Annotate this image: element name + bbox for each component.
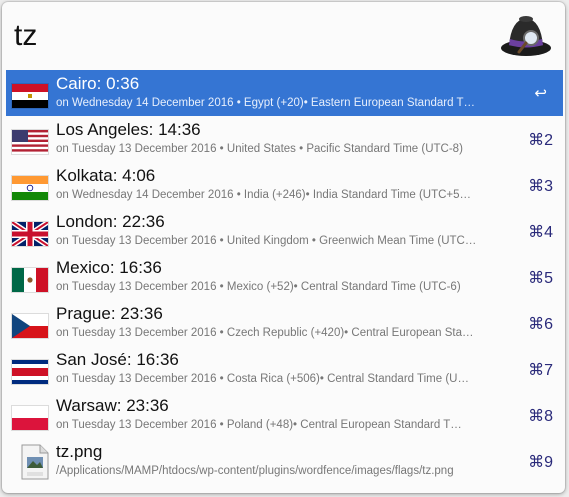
result-shortcut: ⌘6 — [528, 316, 553, 333]
result-title: London: 22:36 — [56, 212, 165, 231]
result-row[interactable]: Prague: 23:36 on Tuesday 13 December 201… — [6, 300, 563, 346]
result-subtitle: on Tuesday 13 December 2016 • Mexico (+5… — [56, 281, 461, 293]
result-subtitle: /Applications/MAMP/htdocs/wp-content/plu… — [56, 465, 454, 477]
result-shortcut: ↩ — [534, 85, 547, 102]
result-shortcut: ⌘3 — [528, 178, 553, 195]
alfred-hat-icon[interactable] — [499, 8, 553, 62]
result-row[interactable]: San José: 16:36 on Tuesday 13 December 2… — [6, 346, 563, 392]
result-subtitle: on Tuesday 13 December 2016 • United Sta… — [56, 143, 463, 155]
result-row[interactable]: Warsaw: 23:36 on Tuesday 13 December 201… — [6, 392, 563, 438]
result-title: Cairo: 0:36 — [56, 74, 140, 93]
result-row[interactable]: London: 22:36 on Tuesday 13 December 201… — [6, 208, 563, 254]
result-title: tz.png — [56, 442, 103, 461]
result-shortcut: ⌘8 — [528, 408, 553, 425]
uk-flag-icon — [12, 222, 48, 246]
costa-rica-flag-icon — [12, 360, 48, 384]
result-subtitle: on Tuesday 13 December 2016 • Poland (+4… — [56, 419, 462, 431]
result-subtitle: on Tuesday 13 December 2016 • United Kin… — [56, 235, 477, 247]
egypt-flag-icon — [12, 84, 48, 108]
result-row[interactable]: Kolkata: 4:06 on Wednesday 14 December 2… — [6, 162, 563, 208]
result-row[interactable]: tz.png /Applications/MAMP/htdocs/wp-cont… — [6, 438, 563, 484]
result-title: Los Angeles: 14:36 — [56, 120, 201, 139]
result-row[interactable]: Los Angeles: 14:36 on Tuesday 13 Decembe… — [6, 116, 563, 162]
czech-flag-icon — [12, 314, 48, 338]
result-shortcut: ⌘5 — [528, 270, 553, 287]
result-row[interactable]: Mexico: 16:36 on Tuesday 13 December 201… — [6, 254, 563, 300]
result-shortcut: ⌘2 — [528, 132, 553, 149]
mexico-flag-icon — [12, 268, 48, 292]
result-subtitle: on Tuesday 13 December 2016 • Czech Repu… — [56, 327, 474, 339]
poland-flag-icon — [12, 406, 48, 430]
result-subtitle: on Wednesday 14 December 2016 • Egypt (+… — [56, 97, 476, 109]
usa-flag-icon — [12, 130, 48, 154]
result-shortcut: ⌘9 — [528, 454, 553, 471]
results-list: Cairo: 0:36 on Wednesday 14 December 201… — [6, 70, 563, 484]
search-bar — [2, 2, 565, 70]
result-row[interactable]: Cairo: 0:36 on Wednesday 14 December 201… — [6, 70, 563, 116]
india-flag-icon — [12, 176, 48, 200]
result-title: Prague: 23:36 — [56, 304, 163, 323]
result-subtitle: on Tuesday 13 December 2016 • Costa Rica… — [56, 373, 469, 385]
result-title: Mexico: 16:36 — [56, 258, 162, 277]
result-shortcut: ⌘4 — [528, 224, 553, 241]
result-title: Kolkata: 4:06 — [56, 166, 156, 185]
png-file-icon — [21, 444, 49, 480]
alfred-window: Cairo: 0:36 on Wednesday 14 December 201… — [2, 2, 565, 493]
result-subtitle: on Wednesday 14 December 2016 • India (+… — [56, 189, 472, 201]
result-title: Warsaw: 23:36 — [56, 396, 169, 415]
result-title: San José: 16:36 — [56, 350, 179, 369]
result-shortcut: ⌘7 — [528, 362, 553, 379]
search-input[interactable] — [14, 12, 474, 60]
